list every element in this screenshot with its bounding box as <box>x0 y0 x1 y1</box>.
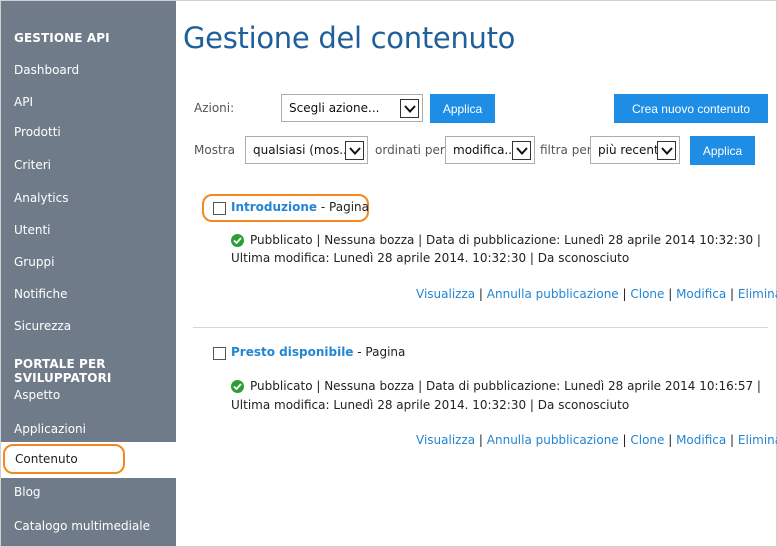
create-content-button[interactable]: Crea nuovo contenuto <box>614 94 768 123</box>
check-icon <box>231 380 244 393</box>
chevron-down-icon <box>512 141 531 160</box>
content-item-title: Presto disponibile - Pagina <box>231 345 405 359</box>
action-separator: | <box>726 287 738 301</box>
show-label: Mostra <box>194 143 235 157</box>
action-separator: | <box>475 287 487 301</box>
view-link[interactable]: Visualizza <box>416 287 475 301</box>
item-actions: Visualizza | Annulla pubblicazione | Clo… <box>416 433 777 447</box>
modified-info: Ultima modifica: Lunedì 28 aprile 2014. … <box>231 398 630 412</box>
actions-select[interactable]: Scegli azione... <box>281 94 423 122</box>
unpublish-link[interactable]: Annulla pubblicazione <box>487 433 619 447</box>
sidebar-item-users[interactable]: Utenti <box>14 223 51 237</box>
clone-link[interactable]: Clone <box>630 287 664 301</box>
modified-info: Ultima modifica: Lunedì 28 aprile 2014. … <box>231 251 630 265</box>
content-item-link[interactable]: Introduzione <box>231 200 317 214</box>
content-item-type: Pagina <box>329 200 369 214</box>
title-separator: - <box>317 200 330 214</box>
order-select[interactable]: modifica... <box>445 136 535 164</box>
sidebar-item-blog[interactable]: Blog <box>14 485 41 499</box>
show-select-value: qualsiasi (mos... <box>253 143 351 157</box>
sidebar-item-groups[interactable]: Gruppi <box>14 255 54 269</box>
delete-link[interactable]: Elimina <box>738 433 777 447</box>
publish-info: Pubblicato | Nessuna bozza | Data di pub… <box>250 233 761 247</box>
sidebar-highlight-ring <box>3 444 125 474</box>
order-label: ordinati per <box>375 143 445 157</box>
item-actions: Visualizza | Annulla pubblicazione | Clo… <box>416 287 777 301</box>
unpublish-link[interactable]: Annulla pubblicazione <box>487 287 619 301</box>
clone-link[interactable]: Clone <box>630 433 664 447</box>
actions-label: Azioni: <box>194 101 235 115</box>
sidebar-item-analytics[interactable]: Analytics <box>14 191 69 205</box>
chevron-down-icon <box>400 99 419 118</box>
item-checkbox[interactable] <box>213 202 226 215</box>
show-select[interactable]: qualsiasi (mos... <box>245 136 368 164</box>
apply-filter-button[interactable]: Applica <box>690 136 755 165</box>
chevron-down-icon <box>345 141 364 160</box>
content-item-title: Introduzione - Pagina <box>231 200 369 214</box>
edit-link[interactable]: Modifica <box>676 287 726 301</box>
page-title: Gestione del contenuto <box>183 21 516 55</box>
sidebar-item-api[interactable]: API <box>14 95 33 109</box>
edit-link[interactable]: Modifica <box>676 433 726 447</box>
order-select-value: modifica... <box>453 143 516 157</box>
sidebar-item-appearance[interactable]: Aspetto <box>14 388 60 402</box>
sidebar-item-dashboard[interactable]: Dashboard <box>14 63 79 77</box>
sidebar-item-notifications[interactable]: Notifiche <box>14 287 68 301</box>
sidebar-item-policies[interactable]: Criteri <box>14 158 51 172</box>
title-separator: - <box>353 345 366 359</box>
action-separator: | <box>618 287 631 301</box>
sidebar-item-security[interactable]: Sicurezza <box>14 319 71 333</box>
item-checkbox[interactable] <box>213 347 226 360</box>
chevron-down-icon <box>657 141 676 160</box>
delete-link[interactable]: Elimina <box>738 287 777 301</box>
action-separator: | <box>726 433 738 447</box>
view-link[interactable]: Visualizza <box>416 433 475 447</box>
item-divider <box>193 327 768 328</box>
content-item-link[interactable]: Presto disponibile <box>231 345 353 359</box>
action-separator: | <box>664 287 677 301</box>
filter-select-value: più recenti <box>598 143 663 157</box>
filter-label: filtra per <box>540 143 592 157</box>
action-separator: | <box>475 433 487 447</box>
apply-action-button[interactable]: Applica <box>430 94 495 123</box>
sidebar-item-applications[interactable]: Applicazioni <box>14 422 86 436</box>
actions-select-value: Scegli azione... <box>289 101 380 115</box>
content-item-type: Pagina <box>365 345 406 359</box>
publish-info: Pubblicato | Nessuna bozza | Data di pub… <box>250 379 761 393</box>
check-icon <box>231 234 244 247</box>
sidebar-item-products[interactable]: Prodotti <box>14 125 61 139</box>
action-separator: | <box>664 433 677 447</box>
sidebar-heading-developer-portal: PORTALE PER SVILUPPATORI <box>14 357 112 385</box>
sidebar-item-media-library[interactable]: Catalogo multimediale <box>14 519 150 533</box>
filter-select[interactable]: più recenti <box>590 136 680 164</box>
sidebar-heading-api-management: GESTIONE API <box>14 31 110 45</box>
action-separator: | <box>618 433 631 447</box>
